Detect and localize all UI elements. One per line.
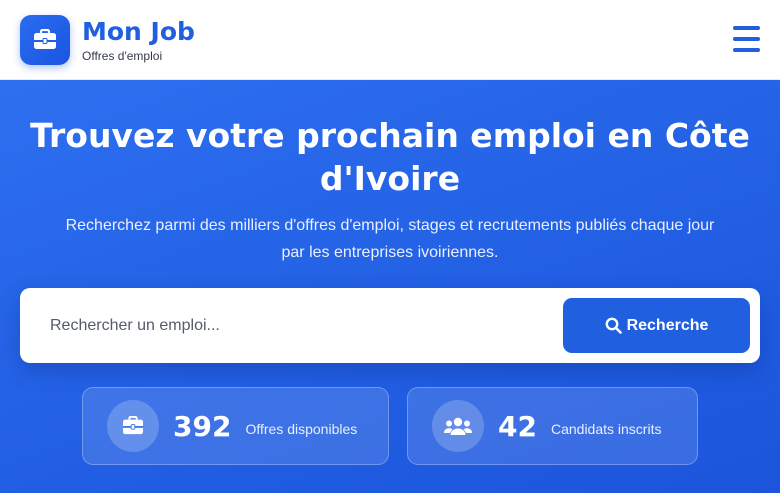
brand-title[interactable]: Mon Job: [82, 17, 195, 47]
stat-value: 42: [498, 409, 537, 443]
stat-icon-circle: [432, 400, 484, 452]
briefcase-icon: [123, 416, 143, 435]
search-icon: [605, 317, 622, 334]
brand: Mon Job Offres d'emploi: [82, 17, 195, 63]
stat-card-offers: 392 Offres disponibles: [82, 387, 389, 465]
top-header: Mon Job Offres d'emploi: [0, 0, 780, 80]
stat-card-candidates: 42 Candidats inscrits: [407, 387, 698, 465]
hero-title: Trouvez votre prochain emploi en Côte d'…: [30, 116, 750, 198]
search-button-label: Recherche: [626, 316, 709, 334]
brand-subtitle: Offres d'emploi: [82, 48, 163, 63]
hero-section: Trouvez votre prochain emploi en Côte d'…: [0, 80, 780, 493]
hamburger-menu-icon[interactable]: [733, 26, 760, 52]
stat-icon-circle: [107, 400, 159, 452]
search-button[interactable]: Recherche: [563, 298, 750, 353]
briefcase-icon: [34, 28, 56, 49]
stat-label: Offres disponibles: [245, 421, 358, 437]
hero-subtitle: Recherchez parmi des milliers d'offres d…: [65, 217, 715, 261]
stat-value: 392: [173, 409, 232, 443]
users-icon: [444, 417, 472, 435]
search-input[interactable]: [38, 306, 548, 346]
stat-label: Candidats inscrits: [550, 421, 662, 437]
app-logo[interactable]: [20, 14, 70, 65]
search-card: Recherche: [20, 288, 760, 363]
